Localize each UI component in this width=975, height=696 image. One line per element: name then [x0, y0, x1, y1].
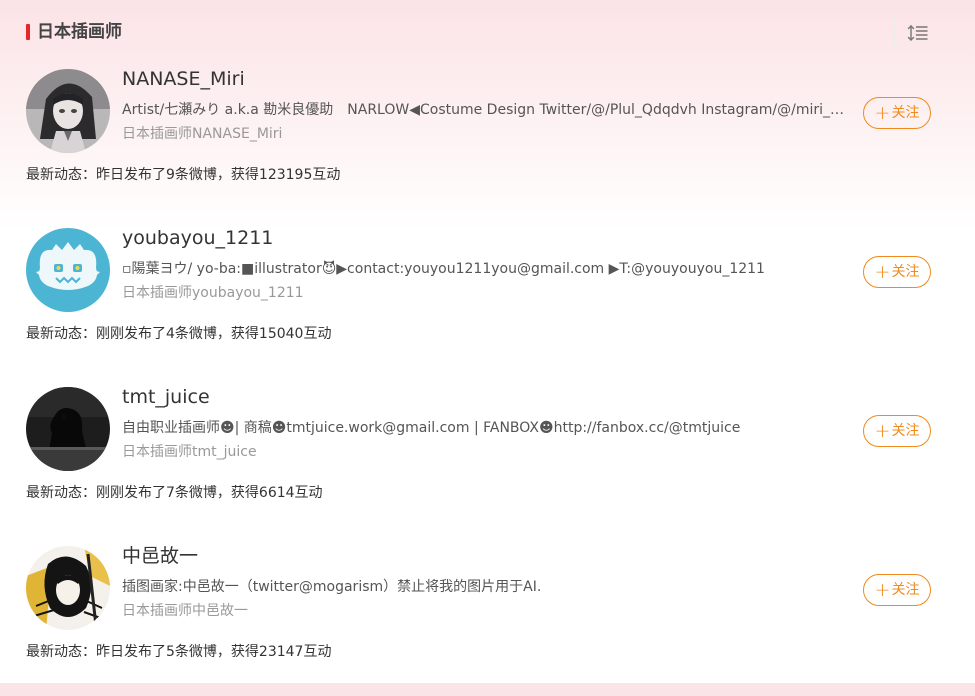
plus-icon: +	[874, 420, 891, 442]
user-description: 自由职业插画师☻| 商稿☻tmtjuice.work@gmail.com | F…	[122, 420, 741, 436]
follow-button[interactable]: +关注	[863, 256, 931, 288]
follow-label: 关注	[891, 105, 920, 121]
user-description: ▫陽葉ヨウ/ yo-ba:■illustrator😈▶contact:youyo…	[122, 261, 765, 277]
user-tag: 日本插画师NANASE_Miri	[122, 126, 283, 142]
plus-icon: +	[874, 102, 891, 124]
recent-activity: 最新动态：刚刚发布了4条微博，获得15040互动	[26, 326, 332, 342]
user-card: youbayou_1211 ▫陽葉ヨウ/ yo-ba:■illustrator😈…	[0, 220, 975, 378]
user-name[interactable]: tmt_juice	[122, 384, 210, 410]
recent-activity: 最新动态：昨日发布了5条微博，获得23147互动	[26, 644, 332, 660]
recent-activity: 最新动态：刚刚发布了7条微博，获得6614互动	[26, 485, 323, 501]
user-card: NANASE_Miri Artist/七瀬みり a.k.a 勘米良優助 NARL…	[0, 61, 975, 219]
plus-icon: +	[874, 579, 891, 601]
follow-button[interactable]: +关注	[863, 97, 931, 129]
plus-icon: +	[874, 261, 891, 283]
follow-button[interactable]: +关注	[863, 574, 931, 606]
user-name[interactable]: youbayou_1211	[122, 225, 273, 251]
avatar[interactable]	[26, 69, 110, 153]
follow-label: 关注	[891, 423, 920, 439]
title-accent-bar	[26, 24, 30, 40]
section-title: 日本插画师	[37, 22, 122, 42]
user-name[interactable]: NANASE_Miri	[122, 66, 245, 92]
user-card: 中邑故一 插图画家:中邑故一（twitter@mogarism）禁止将我的图片用…	[0, 538, 975, 696]
user-tag: 日本插画师中邑故一	[122, 603, 248, 619]
user-name[interactable]: 中邑故一	[122, 543, 198, 569]
follow-button[interactable]: +关注	[863, 415, 931, 447]
avatar[interactable]	[26, 546, 110, 630]
follow-label: 关注	[891, 264, 920, 280]
avatar[interactable]	[26, 387, 110, 471]
sort-lines-icon	[907, 25, 928, 41]
follow-label: 关注	[891, 582, 920, 598]
user-description: Artist/七瀬みり a.k.a 勘米良優助 NARLOW◀Costume D…	[122, 102, 850, 118]
user-tag: 日本插画师tmt_juice	[122, 444, 257, 460]
recent-activity: 最新动态：昨日发布了9条微博，获得123195互动	[26, 167, 341, 183]
user-description: 插图画家:中邑故一（twitter@mogarism）禁止将我的图片用于AI.	[122, 579, 542, 595]
section-header: 日本插画师	[0, 0, 975, 64]
avatar[interactable]	[26, 228, 110, 312]
sort-button[interactable]	[894, 17, 941, 49]
user-tag: 日本插画师youbayou_1211	[122, 285, 304, 301]
user-card: tmt_juice 自由职业插画师☻| 商稿☻tmtjuice.work@gma…	[0, 379, 975, 537]
